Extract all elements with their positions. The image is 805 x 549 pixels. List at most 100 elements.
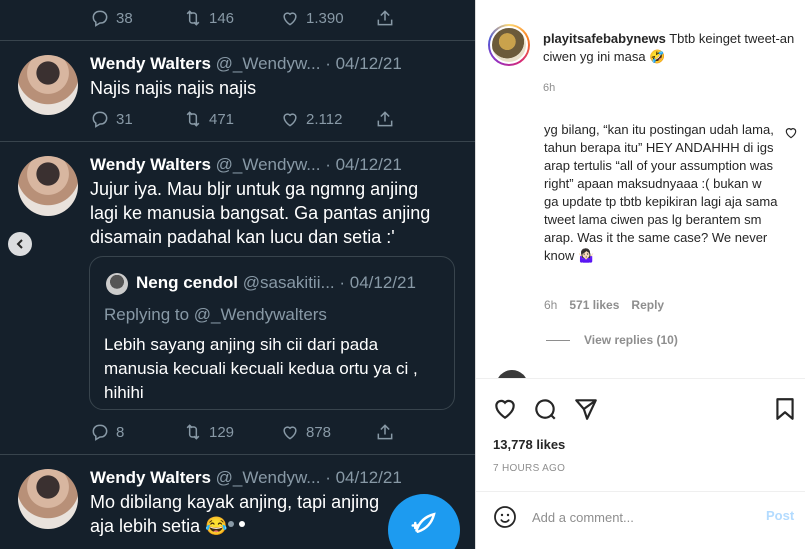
comments-list[interactable]: yg bilang, “kan itu postingan udah lama,… (476, 110, 805, 378)
post-media: 38 146 1.390 Wendy Walters @_Wendyw... ·… (0, 0, 475, 549)
comment-meta: 6h 571 likes Reply (544, 298, 664, 312)
chevron-left-icon (16, 239, 23, 249)
comment-likes[interactable]: 571 likes (569, 298, 619, 312)
retweet-button: 471 (183, 108, 234, 130)
share-icon (377, 424, 393, 440)
tweet-header: Wendy Walters @_Wendyw... · 04/12/21 (90, 54, 402, 74)
like-count: 1.390 (306, 9, 344, 27)
tweet: Wendy Walters @_Wendyw... · 04/12/21 Juj… (0, 142, 475, 455)
author-name: Wendy Walters (90, 468, 211, 487)
reply-icon (92, 111, 108, 128)
quoted-tweet: Neng cendol @sasakitii... · 04/12/21 Rep… (89, 256, 455, 410)
share-icon (377, 10, 393, 26)
reply-count: 8 (116, 423, 125, 441)
quote-author-handle: @sasakitii... (242, 273, 335, 292)
author-handle: @_Wendyw... (215, 468, 321, 487)
avatar (18, 156, 78, 216)
carousel-dot-active (239, 521, 245, 527)
retweet-count: 471 (209, 110, 235, 128)
divider (476, 491, 805, 492)
author-handle: @_Wendyw... (215, 155, 321, 174)
emoji-icon[interactable] (493, 505, 517, 529)
carousel-prev-button[interactable] (8, 232, 32, 256)
post-actions (476, 396, 805, 422)
share-icon (377, 111, 393, 127)
comment-reply-button[interactable]: Reply (631, 298, 664, 312)
retweet-button: 129 (183, 421, 234, 443)
tweet-text: Mo dibilang kayak anjing, tapi anjing aj… (90, 492, 380, 536)
tweet: Wendy Walters @_Wendyw... · 04/12/21 Naj… (0, 41, 475, 142)
tweet-header: Wendy Walters @_Wendyw... · 04/12/21 (90, 468, 402, 488)
quote-header: Neng cendol @sasakitii... · 04/12/21 (136, 273, 416, 293)
share-button (375, 7, 395, 29)
like-count: 2.112 (306, 110, 343, 128)
instagram-post-view: 38 146 1.390 Wendy Walters @_Wendyw... ·… (0, 0, 805, 549)
retweet-icon (186, 424, 200, 440)
carousel-indicator (228, 521, 245, 527)
tweet-text: Jujur iya. Mau bljr untuk ga ngmng anjin… (90, 179, 431, 247)
like-button: 1.390 (280, 7, 344, 29)
author-avatar[interactable] (488, 24, 530, 66)
view-replies-button[interactable]: View replies (10) (546, 333, 678, 347)
tweet-date: · 04/12/21 (325, 468, 402, 487)
avatar (18, 469, 78, 529)
reply-count: 38 (116, 9, 133, 27)
tweet-actions: 31 471 2.112 (90, 108, 400, 130)
tweet-actions: 8 129 878 (90, 421, 400, 443)
divider (476, 378, 805, 379)
view-replies-label: View replies (10) (584, 333, 678, 347)
quote-text: Lebih sayang anjing sih cii dari pada ma… (104, 335, 418, 402)
tweet-text: Najis najis najis najis (90, 78, 257, 98)
heart-icon[interactable] (492, 396, 518, 422)
like-icon (283, 12, 297, 26)
retweet-count: 146 (209, 9, 235, 27)
like-count: 878 (306, 423, 332, 441)
like-button: 2.112 (280, 108, 342, 130)
share-button (375, 421, 395, 443)
post-time: 7 HOURS AGO (493, 463, 566, 474)
reply-button: 8 (90, 421, 124, 443)
author-name: Wendy Walters (90, 155, 211, 174)
reply-button: 38 (90, 7, 133, 29)
reply-icon (92, 10, 108, 27)
divider (546, 339, 570, 341)
tweet-actions: 38 146 1.390 (90, 7, 400, 29)
tweet-date: · 04/12/21 (325, 155, 402, 174)
author-name: Wendy Walters (90, 54, 211, 73)
carousel-dot (228, 521, 234, 527)
caption-time: 6h (543, 82, 556, 94)
retweet-count: 129 (209, 423, 235, 441)
tweet-header: Wendy Walters @_Wendyw... · 04/12/21 (90, 155, 402, 175)
comment-text: yg bilang, “kan itu postingan udah lama,… (544, 122, 778, 263)
retweet-icon (186, 10, 200, 26)
post-comment-button[interactable]: Post (766, 508, 794, 523)
comment-like-icon[interactable] (784, 126, 798, 140)
tweet-date: · 04/12/21 (325, 54, 402, 73)
avatar (18, 55, 78, 115)
tweet: 38 146 1.390 (0, 0, 475, 41)
bookmark-icon[interactable] (772, 396, 798, 422)
post-sidebar: playitsafebabynews Tbtb keinget tweet-an… (475, 0, 805, 549)
comment-time: 6h (544, 298, 558, 312)
author-handle: @_Wendyw... (215, 54, 321, 73)
quote-date: · 04/12/21 (339, 273, 416, 292)
avatar[interactable] (496, 370, 528, 378)
comment-input[interactable] (532, 506, 752, 528)
compose-tweet-icon (411, 512, 436, 533)
reply-count: 31 (116, 110, 133, 128)
caption-username[interactable]: playitsafebabynews (543, 31, 666, 46)
like-icon (283, 426, 297, 440)
avatar (106, 273, 128, 295)
like-button: 878 (280, 421, 331, 443)
reply-button: 31 (90, 108, 133, 130)
quote-author-name: Neng cendol (136, 273, 239, 292)
send-icon[interactable] (573, 396, 599, 422)
likes-count[interactable]: 13,778 likes (493, 437, 565, 452)
retweet-button: 146 (183, 7, 234, 29)
comment-icon[interactable] (532, 396, 558, 422)
share-button (375, 108, 395, 130)
like-icon (283, 113, 297, 127)
retweet-icon (186, 111, 200, 127)
replying-to: Replying to @_Wendywalters (104, 305, 327, 324)
post-caption: playitsafebabynews Tbtb keinget tweet-an… (543, 30, 798, 66)
